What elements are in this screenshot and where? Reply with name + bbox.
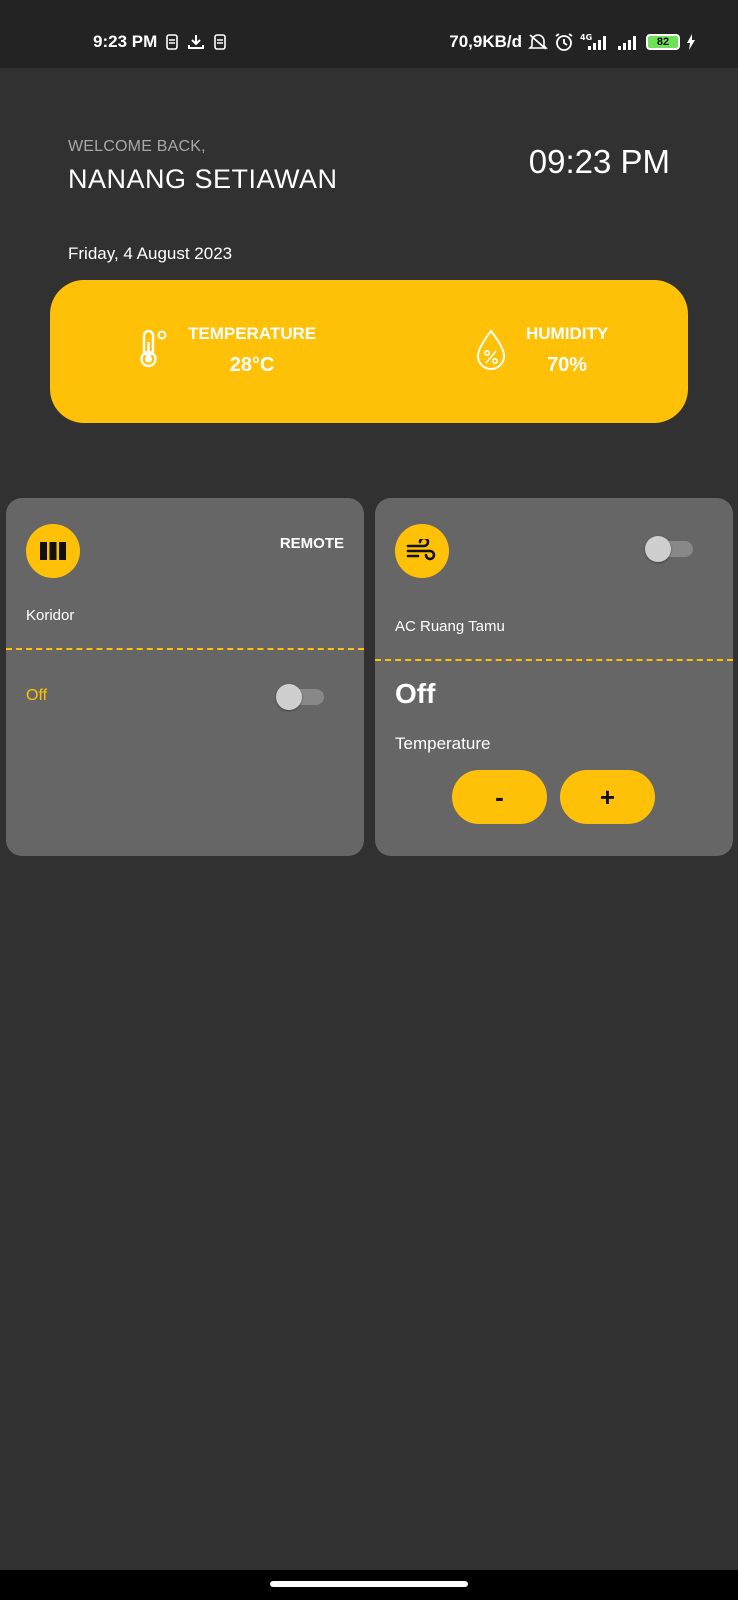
ac-temperature-label: Temperature <box>395 734 491 753</box>
status-bar-left: 9:23 PM <box>93 32 227 52</box>
sim-icon <box>165 34 179 50</box>
temperature-decrease-button[interactable]: - <box>452 770 547 824</box>
thermometer-icon <box>136 328 170 370</box>
temperature-label: TEMPERATURE <box>188 324 317 343</box>
charging-icon <box>686 34 696 50</box>
wind-icon <box>395 524 449 578</box>
device-name-ac: AC Ruang Tamu <box>395 618 505 635</box>
curtain-icon <box>26 524 80 578</box>
toggle-knob <box>645 536 671 562</box>
network-speed: 70,9KB/d <box>449 32 522 51</box>
temperature-value: 28°C <box>229 354 275 376</box>
navigation-bar <box>0 1570 738 1600</box>
koridor-toggle-switch[interactable] <box>276 684 326 710</box>
battery-indicator: 82 <box>646 34 680 50</box>
humidity-sensor: HUMIDITY 70% <box>474 324 608 377</box>
device-card-ac-ruang-tamu[interactable]: AC Ruang Tamu Off Temperature - + <box>375 498 733 856</box>
user-name: NANANG SETIAWAN <box>68 164 338 194</box>
mute-icon <box>528 33 548 51</box>
status-bar-right: 70,9KB/d 4G 82 <box>449 32 696 52</box>
device-card-koridor[interactable]: REMOTE Koridor Off <box>6 498 364 856</box>
status-time: 9:23 PM <box>93 32 158 51</box>
download-icon <box>187 34 205 50</box>
toggle-knob <box>276 684 302 710</box>
ac-state: Off <box>395 678 436 709</box>
signal-icon: 4G <box>580 33 610 51</box>
humidity-label: HUMIDITY <box>526 324 609 343</box>
signal-icon <box>616 33 640 51</box>
clock-display: 09:23 PM <box>528 143 670 180</box>
temperature-increase-button[interactable]: + <box>560 770 655 824</box>
temperature-sensor: TEMPERATURE 28°C <box>136 324 316 377</box>
device-name-koridor: Koridor <box>26 607 75 624</box>
device-state: Off <box>26 687 48 704</box>
status-bar: 9:23 PM 70,9KB/d 4G 82 <box>0 0 738 68</box>
card-divider <box>375 659 733 661</box>
humidity-drop-icon <box>474 328 508 370</box>
sim-icon <box>213 34 227 50</box>
ac-toggle-switch[interactable] <box>645 536 695 562</box>
welcome-text: WELCOME BACK, <box>68 138 206 155</box>
card-divider <box>6 648 364 650</box>
humidity-value: 70% <box>547 354 588 376</box>
date-text: Friday, 4 August 2023 <box>68 244 233 263</box>
remote-button[interactable]: REMOTE <box>280 535 344 552</box>
alarm-icon <box>554 32 574 52</box>
home-indicator[interactable] <box>270 1581 468 1587</box>
sensor-summary-card: TEMPERATURE 28°C HUMIDITY 70% <box>50 280 688 423</box>
svg-text:4G: 4G <box>580 33 592 42</box>
